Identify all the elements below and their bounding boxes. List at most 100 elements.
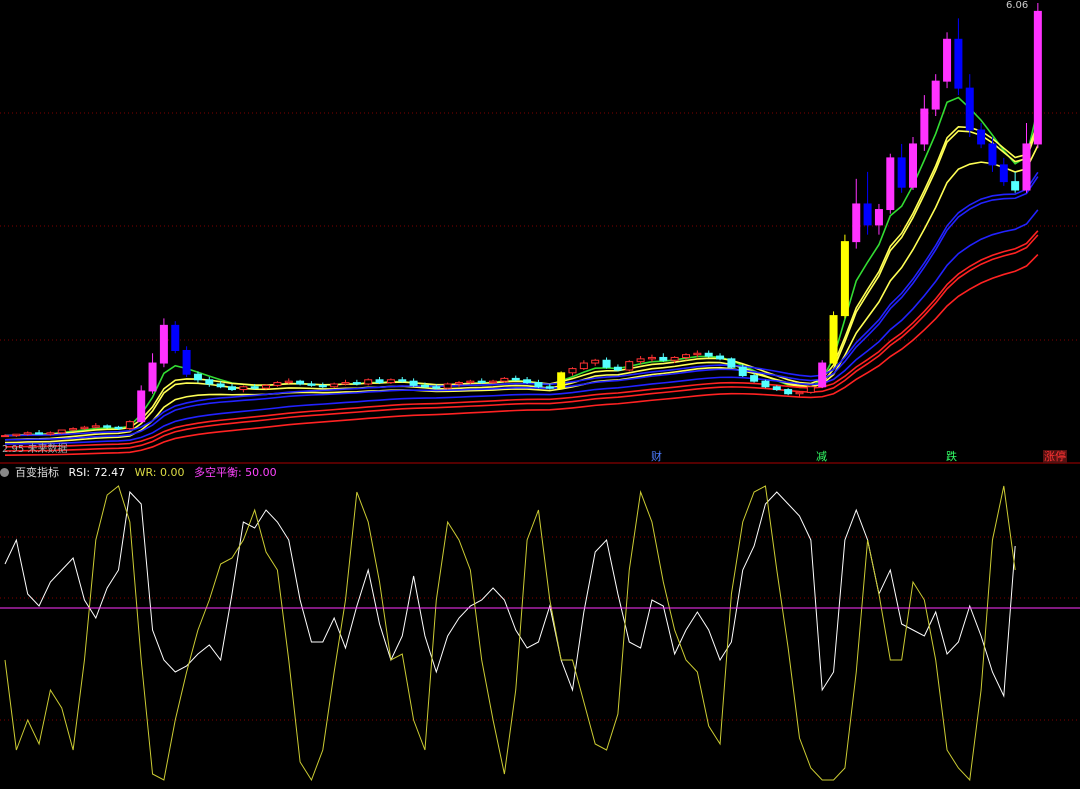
candle-body	[965, 87, 974, 131]
candle-body	[1033, 10, 1042, 145]
candle-body	[931, 80, 940, 110]
candle-body	[784, 389, 793, 395]
candle-body	[852, 203, 861, 243]
candle-body	[12, 433, 21, 437]
candle-body	[375, 379, 384, 384]
candle-body	[795, 391, 804, 395]
candle-body	[704, 352, 713, 357]
candle-body	[772, 386, 781, 391]
candle-body	[273, 382, 282, 386]
candle-body	[352, 382, 361, 385]
candle-body	[91, 425, 100, 428]
candle-body	[171, 324, 180, 351]
candle-body	[455, 382, 463, 385]
candle-body	[613, 366, 622, 371]
candle-body	[806, 386, 815, 393]
candle-body	[159, 324, 168, 364]
candle-body	[511, 377, 520, 381]
candle-body	[182, 349, 191, 375]
candle-body	[1011, 181, 1020, 191]
candle-body	[761, 380, 770, 388]
candle-body	[103, 425, 112, 428]
candle-body	[636, 358, 645, 363]
event-marker[interactable]: 涨停	[1043, 450, 1067, 463]
candle-body	[398, 379, 407, 382]
candle-body	[409, 380, 418, 386]
candle-body	[534, 382, 543, 388]
candle-body	[114, 426, 123, 430]
candle-body	[35, 432, 44, 435]
stock-chart[interactable]: 6.06 2.95 未来数据 百变指标 RSI: 72.47 WR: 0.00 …	[0, 0, 1080, 785]
candle-body	[568, 368, 577, 374]
candle-body	[863, 203, 872, 226]
candle-body	[443, 383, 452, 389]
indicator-menu-icon[interactable]	[0, 468, 9, 477]
candle-body	[23, 432, 32, 435]
bottom-left-label: 2.95	[2, 444, 25, 455]
candle-body	[46, 432, 55, 435]
candle-body	[262, 384, 271, 389]
candle-body	[818, 362, 827, 388]
candle-body	[545, 386, 554, 389]
candle-body	[420, 384, 429, 388]
candle-body	[57, 429, 66, 434]
candle-body	[284, 380, 293, 384]
candle-body	[250, 386, 259, 389]
candle-body	[500, 377, 509, 382]
candle-body	[69, 428, 78, 431]
candle-body	[738, 366, 747, 377]
rsi-line	[4, 490, 1016, 698]
candle-body	[125, 421, 134, 430]
candle-body	[727, 358, 736, 368]
candle-body	[647, 356, 656, 360]
candle-body	[148, 362, 157, 392]
candle-body	[432, 386, 441, 389]
candle-body	[307, 383, 316, 386]
candle-body	[693, 352, 702, 356]
candle-body	[897, 157, 906, 188]
candle-body	[909, 143, 917, 188]
candle-body	[670, 356, 679, 361]
candle-body	[602, 359, 611, 368]
indicator-header: 百变指标 RSI: 72.47 WR: 0.00 多空平衡: 50.00	[0, 464, 283, 480]
candle-body	[625, 361, 634, 371]
candle-body	[364, 379, 373, 385]
candle-body	[659, 356, 668, 361]
candle-body	[216, 383, 225, 388]
event-marker[interactable]: 减	[815, 450, 828, 463]
candle-body	[999, 164, 1008, 183]
candle-body	[466, 380, 475, 384]
candle-body	[1022, 143, 1031, 191]
candle-body	[977, 129, 986, 145]
candle-body	[1, 435, 9, 438]
bottom-left-price-label: 2.95 未来数据	[2, 440, 67, 455]
chart-canvas	[0, 3, 1080, 782]
candle-body	[523, 379, 532, 384]
candle-body	[80, 426, 89, 430]
bottom-left-text: 未来数据	[27, 444, 68, 455]
candle-body	[920, 108, 929, 145]
candle-body	[954, 38, 963, 89]
candle-body	[386, 379, 395, 384]
wr-label: WR: 0.00	[134, 466, 185, 479]
candle-body	[341, 382, 350, 385]
event-marker[interactable]: 跌	[945, 450, 958, 463]
candle-body	[886, 157, 895, 211]
candle-body	[137, 390, 146, 423]
balance-label: 多空平衡: 50.00	[193, 466, 277, 479]
candle-body	[318, 384, 327, 388]
event-marker[interactable]: 财	[650, 450, 663, 463]
candle-body	[682, 354, 690, 358]
candle-body	[829, 315, 838, 364]
candle-body	[330, 383, 339, 388]
candle-body	[239, 386, 248, 391]
candle-body	[193, 373, 202, 381]
candle-body	[557, 372, 566, 389]
candle-body	[579, 362, 588, 370]
candle-body	[750, 375, 759, 382]
candle-body	[874, 209, 883, 226]
candle-body	[716, 355, 725, 360]
candle-body	[477, 380, 486, 384]
candle-body	[228, 386, 236, 391]
candle-body	[296, 380, 305, 385]
